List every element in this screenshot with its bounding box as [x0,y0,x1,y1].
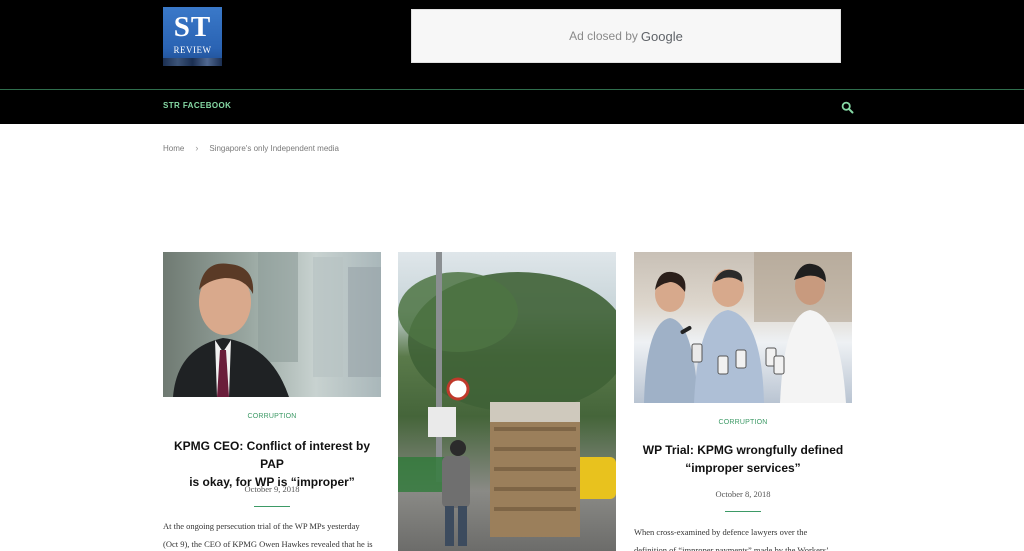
post-1-title[interactable]: KPMG CEO: Conflict of interest by PAP is… [163,437,381,491]
breadcrumb: Home › Singapore's only Independent medi… [163,143,339,153]
post-3-title-line-1: WP Trial: KPMG wrongfully defined [642,443,844,457]
breadcrumb-separator-icon: › [195,143,199,153]
post-1-category[interactable]: CORRUPTION [163,413,381,420]
logo-sub-text: REVIEW [173,45,212,55]
ad-closed-text: Ad closed by [569,29,638,43]
post-1-divider [254,506,290,507]
post-3-date: October 8, 2018 [715,489,771,499]
breadcrumb-current: Singapore's only Independent media [209,143,339,153]
post-1-image[interactable] [163,252,381,397]
breadcrumb-home-link[interactable]: Home [163,144,184,153]
post-3-image[interactable] [634,252,852,403]
post-3-excerpt: When cross-examined by defence lawyers o… [634,523,852,551]
logo-skyline-graphic [163,58,222,66]
post-1-date: October 9, 2018 [244,484,300,494]
post-3-excerpt-line-2: definition of “improper payments” made b… [634,545,829,551]
search-icon[interactable] [841,101,854,114]
post-3-divider [725,511,761,512]
ad-brand-text: Google [640,28,683,44]
post-3-category[interactable]: CORRUPTION [634,419,852,426]
ad-banner: Ad closed by Google [411,9,841,63]
nav-link-str-facebook[interactable]: STR FACEBOOK [163,101,231,110]
post-1-title-line-1: KPMG CEO: Conflict of interest by PAP [173,439,370,471]
main-nav: STR FACEBOOK [0,89,1024,124]
post-3-title[interactable]: WP Trial: KPMG wrongfully defined “impro… [634,441,852,477]
site-header: ST REVIEW Ad closed by Google [0,0,1024,89]
site-logo[interactable]: ST REVIEW [163,7,222,66]
post-1-excerpt-line-2: (Oct 9), the CEO of KPMG Owen Hawkes rev… [163,539,373,549]
post-2-image[interactable] [398,252,616,551]
post-3-title-line-2: “improper services” [685,461,801,475]
logo-main-text: ST [173,11,212,43]
post-1-excerpt-line-1: At the ongoing persecution trial of the … [163,521,360,531]
post-3-excerpt-line-1: When cross-examined by defence lawyers o… [634,527,808,537]
post-1-excerpt: At the ongoing persecution trial of the … [163,517,381,551]
